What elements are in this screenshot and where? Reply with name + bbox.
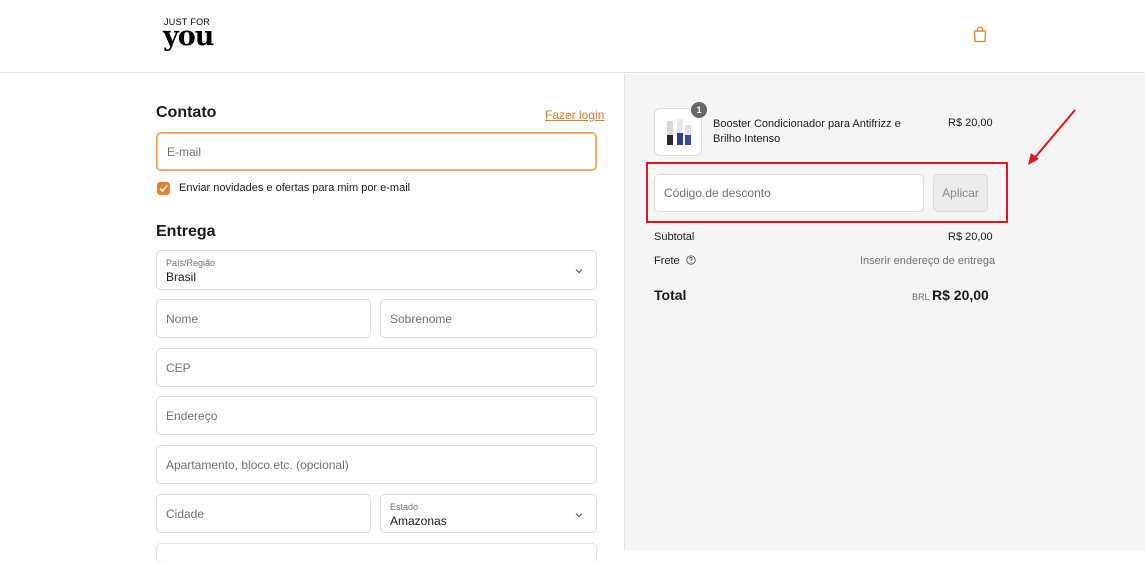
country-label: País/Região: [166, 258, 216, 268]
discount-placeholder: Código de desconto: [664, 186, 771, 200]
discount-code-input[interactable]: Código de desconto: [654, 174, 924, 212]
address-placeholder: Endereço: [166, 408, 218, 423]
total-value: R$ 20,00: [932, 287, 989, 303]
phone-field[interactable]: [156, 543, 597, 563]
first-name-field[interactable]: Nome: [156, 299, 371, 338]
last-name-placeholder: Sobrenome: [390, 311, 453, 326]
newsletter-label: Enviar novidades e ofertas para mim por …: [179, 182, 411, 194]
last-name-field[interactable]: Sobrenome: [380, 299, 597, 338]
subtotal-label: Subtotal: [654, 231, 695, 243]
product-name: Booster Condicionador para Antifrizz e B…: [713, 118, 901, 145]
cep-field[interactable]: CEP: [156, 348, 597, 387]
city-placeholder: Cidade: [166, 506, 205, 521]
help-circle-icon[interactable]: [686, 255, 696, 265]
newsletter-checkbox[interactable]: [157, 182, 170, 195]
apartment-field[interactable]: Apartamento, bloco etc. (opcional): [156, 445, 597, 484]
total-currency: BRL: [912, 292, 930, 302]
email-placeholder: E-mail: [167, 144, 202, 159]
chevron-down-icon: [575, 269, 583, 274]
subtotal-value: R$ 20,00: [948, 231, 993, 243]
state-select[interactable]: Estado Amazonas: [380, 494, 597, 533]
login-link[interactable]: Fazer login: [545, 108, 604, 122]
email-field[interactable]: E-mail: [156, 132, 597, 171]
country-value: Brasil: [166, 270, 197, 284]
address-field[interactable]: Endereço: [156, 396, 597, 435]
apply-discount-button[interactable]: Aplicar: [933, 174, 988, 212]
quantity-badge: 1: [691, 102, 707, 118]
logo-wordmark: you: [163, 21, 214, 52]
shipping-label: Frete: [654, 255, 696, 267]
country-select[interactable]: País/Região Brasil: [156, 250, 597, 290]
state-value: Amazonas: [390, 514, 447, 528]
red-arrow-annotation: [1028, 109, 1076, 165]
shopping-bag-icon[interactable]: [973, 26, 987, 43]
delivery-title: Entrega: [156, 223, 216, 240]
apartment-placeholder: Apartamento, bloco etc. (opcional): [166, 457, 349, 472]
state-label: Estado: [390, 502, 419, 512]
check-icon: [159, 184, 168, 193]
city-field[interactable]: Cidade: [156, 494, 371, 533]
first-name-placeholder: Nome: [166, 311, 199, 326]
chevron-down-icon: [575, 513, 583, 518]
store-logo[interactable]: JUST FOR you: [163, 17, 223, 53]
cep-placeholder: CEP: [166, 360, 191, 375]
header: JUST FOR you: [0, 0, 1145, 73]
product-price: R$ 20,00: [948, 117, 993, 129]
shipping-label-text: Frete: [654, 255, 680, 267]
contact-title: Contato: [156, 104, 217, 121]
shipping-value: Inserir endereço de entrega: [860, 255, 996, 267]
total-label: Total: [654, 287, 687, 303]
